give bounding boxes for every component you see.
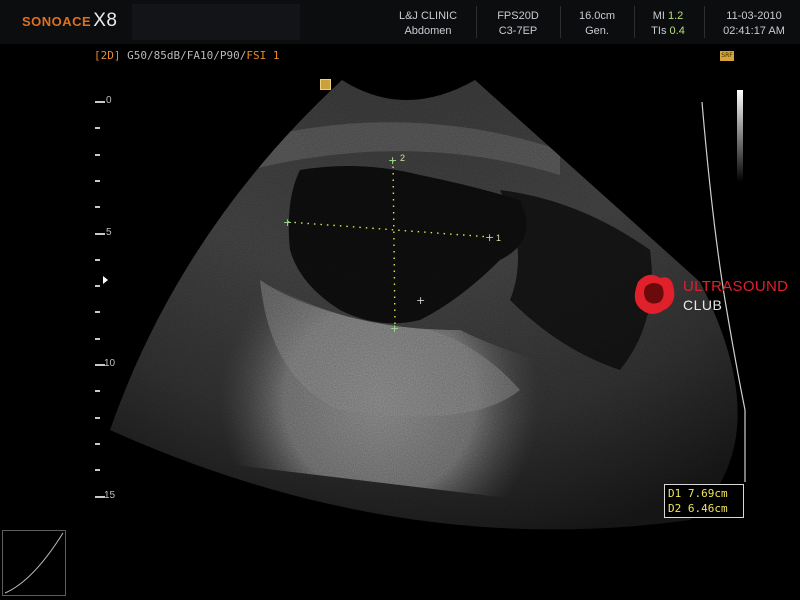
depth-label: 0 [106, 95, 112, 106]
depth-label: 5 [106, 226, 112, 238]
depth-label: 15 [104, 489, 116, 501]
caliper-d2-marker: 2 [400, 153, 406, 163]
depth-tick [95, 206, 100, 209]
depth-tick [95, 337, 100, 340]
svg-text:+: + [388, 154, 397, 167]
focus-marker-icon[interactable] [103, 276, 108, 284]
depth-tick [95, 258, 100, 261]
depth-tick [95, 232, 105, 235]
svg-text:+: + [390, 322, 399, 335]
caliper-d1-marker: 1 [496, 233, 502, 243]
svg-text:+: + [283, 216, 292, 229]
srf-badge: SRF [720, 51, 734, 61]
depth-tick [95, 179, 100, 182]
gray-map-curve [2, 530, 66, 596]
cursor-cross: + [416, 294, 425, 307]
depth-tick [95, 442, 100, 445]
depth-tick [95, 469, 100, 472]
measurement-d1: D1 7.69cm [668, 487, 728, 500]
orientation-marker [320, 79, 331, 90]
depth-tick [95, 101, 105, 103]
watermark-line1: ULTRASOUND [683, 278, 789, 295]
measurement-d2: D2 6.46cm [668, 502, 728, 515]
watermark-line2: CLUB [683, 297, 723, 313]
watermark: ULTRASOUND CLUB [628, 270, 798, 320]
depth-tick [95, 153, 100, 156]
grayscale-bar [737, 90, 743, 182]
depth-tick [95, 416, 100, 419]
depth-tick [95, 127, 100, 130]
svg-text:+: + [485, 231, 494, 244]
depth-tick [95, 311, 100, 314]
depth-label: 10 [104, 358, 116, 369]
measurement-results: D1 7.69cm D2 6.46cm [664, 484, 744, 518]
depth-tick [95, 285, 100, 288]
depth-tick [95, 390, 100, 393]
